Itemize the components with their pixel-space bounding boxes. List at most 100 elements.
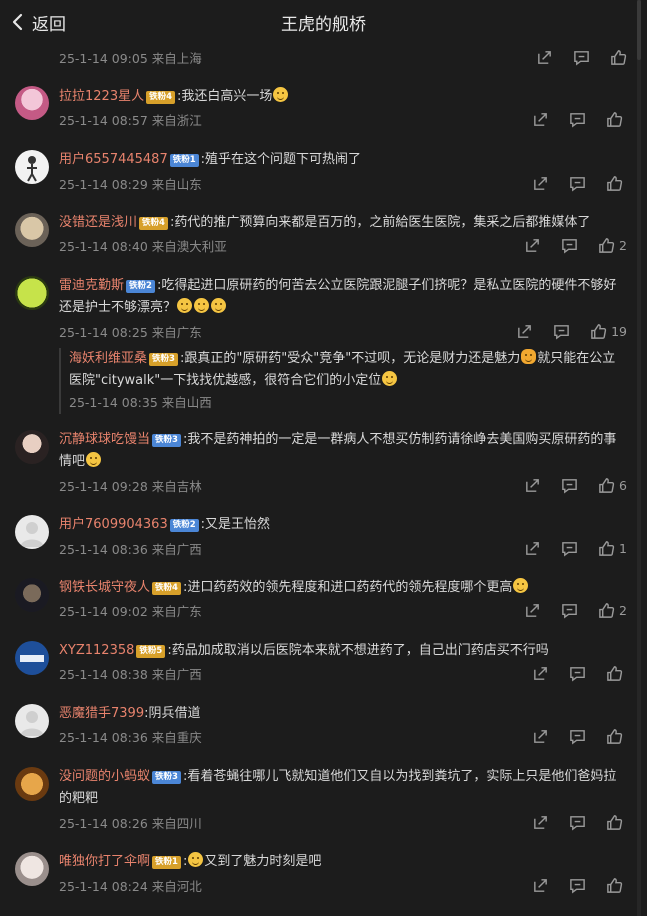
like-button[interactable] [606, 877, 627, 894]
comment-meta: 25-1-14 09:02 来自广东 [59, 603, 202, 619]
default-avatar-icon [20, 711, 44, 736]
avatar[interactable] [15, 86, 49, 120]
avatar[interactable] [15, 276, 49, 310]
username[interactable]: 恶魔猎手7399 [59, 706, 144, 721]
comment-item: 雷迪克勤斯 铁粉2:吃得起进口原研药的何苦去公立医院跟泥腿子们挤呢？是私立医院的硬… [59, 275, 625, 319]
comment-meta-row: 25-1-14 08:26 来自四川 [59, 811, 627, 833]
comment-meta: 25-1-14 08:36 来自重庆 [59, 729, 202, 745]
like-button[interactable]: 6 [598, 477, 627, 494]
avatar[interactable] [15, 641, 49, 675]
avatar[interactable] [15, 150, 49, 184]
fan-badge: 铁粉3 [152, 771, 181, 784]
laugh-emoji-icon [188, 852, 204, 867]
share-button[interactable] [532, 814, 549, 831]
share-icon [538, 50, 551, 64]
comment-icon [570, 176, 585, 192]
like-button[interactable] [606, 728, 627, 745]
username[interactable]: 海妖利维亚桑 [69, 351, 147, 366]
share-button[interactable] [524, 602, 541, 619]
avatar[interactable] [15, 515, 49, 549]
scrollbar-thumb[interactable] [637, 0, 641, 60]
thumbs-up-icon [607, 728, 623, 744]
like-button[interactable]: 2 [598, 237, 627, 254]
username[interactable]: 唯独你打了伞啊 [59, 854, 150, 869]
fan-badge: 铁粉1 [169, 154, 199, 167]
like-button[interactable] [610, 49, 627, 66]
username[interactable]: 没错还是浅川 [59, 215, 137, 230]
cry-emoji-icon [194, 298, 210, 313]
avatar[interactable] [15, 767, 49, 801]
comment-button[interactable] [569, 111, 586, 128]
comment-item: 用户7609904363 铁粉2:又是王怡然 [59, 514, 625, 536]
share-button[interactable] [516, 323, 533, 340]
scrollbar-track[interactable] [637, 0, 641, 916]
username[interactable]: 用户7609904363 [59, 517, 168, 532]
comment-meta: 25-1-14 08:26 来自四川 [59, 815, 202, 831]
comment-meta-row: 25-1-14 08:36 来自重庆 [59, 725, 627, 747]
comment-meta: 25-1-14 08:35 来自山西 [69, 395, 212, 410]
fan-badge: 铁粉4 [139, 217, 168, 230]
share-button[interactable] [532, 665, 549, 682]
share-icon [534, 729, 547, 743]
share-button[interactable] [524, 477, 541, 494]
comment-meta-row: 25-1-14 08:40 来自澳大利亚 2 [59, 234, 627, 256]
default-avatar-icon [20, 522, 44, 547]
username[interactable]: 没问题的小蚂蚁 [59, 769, 150, 784]
comment-button[interactable] [573, 49, 590, 66]
like-button[interactable]: 1 [598, 540, 627, 557]
share-button[interactable] [536, 49, 553, 66]
thumbs-up-icon [607, 175, 623, 191]
avatar[interactable] [15, 213, 49, 247]
comment-text: 又到了魅力时刻是吧 [204, 854, 322, 869]
like-count: 2 [619, 237, 627, 253]
share-button[interactable] [532, 175, 549, 192]
comment-button[interactable] [561, 540, 578, 557]
share-icon [518, 324, 531, 338]
comment-button[interactable] [553, 323, 570, 340]
comment-button[interactable] [569, 728, 586, 745]
share-button[interactable] [532, 877, 549, 894]
username[interactable]: XYZ112358 [59, 643, 134, 658]
username[interactable]: 拉拉1223星人 [59, 89, 144, 104]
comment-meta-row: 25-1-14 09:05 来自上海 [59, 46, 627, 68]
comment-button[interactable] [569, 814, 586, 831]
thumbs-up-icon [599, 477, 615, 493]
avatar[interactable] [15, 704, 49, 738]
like-button[interactable] [606, 814, 627, 831]
laugh-emoji-icon [273, 87, 289, 102]
like-button[interactable] [606, 175, 627, 192]
like-button[interactable] [606, 665, 627, 682]
thumbs-up-icon [599, 540, 615, 556]
username[interactable]: 雷迪克勤斯 [59, 278, 124, 293]
like-button[interactable] [606, 111, 627, 128]
like-button[interactable]: 2 [598, 602, 627, 619]
share-button[interactable] [532, 111, 549, 128]
share-button[interactable] [524, 237, 541, 254]
thumbs-up-icon [611, 49, 627, 65]
avatar[interactable] [15, 852, 49, 886]
username[interactable]: 沉静球球吃馒当 [59, 432, 150, 447]
like-button[interactable]: 19 [590, 323, 627, 340]
comment-text: :药品加成取消以后医院本来就不想进药了，自己出门药店买不行吗 [167, 643, 549, 658]
share-icon [534, 666, 547, 680]
comment-button[interactable] [561, 477, 578, 494]
comment-text: :进口药药效的领先程度和进口药药代的领先程度哪个更高 [182, 580, 513, 595]
username[interactable]: 钢铁长城守夜人 [59, 580, 150, 595]
avatar[interactable] [15, 430, 49, 464]
comment-icon [562, 541, 577, 557]
share-button[interactable] [532, 728, 549, 745]
page-title: 王虎的舰桥 [281, 15, 366, 35]
comment-button[interactable] [561, 237, 578, 254]
comment-button[interactable] [569, 877, 586, 894]
comment-icon [562, 603, 577, 619]
share-button[interactable] [524, 540, 541, 557]
thumbs-up-icon [607, 877, 623, 893]
comment-button[interactable] [569, 665, 586, 682]
comment-button[interactable] [561, 602, 578, 619]
comment-icon [570, 729, 585, 745]
smirk-emoji-icon [86, 452, 102, 467]
avatar[interactable] [15, 578, 49, 612]
comment-button[interactable] [569, 175, 586, 192]
cat-emoji-icon [521, 349, 537, 364]
username[interactable]: 用户6557445487 [59, 152, 168, 167]
